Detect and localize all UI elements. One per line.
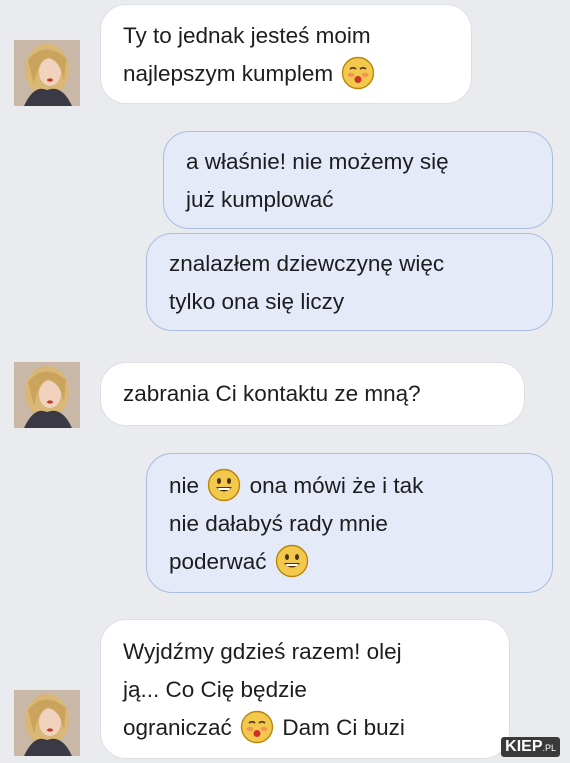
message-text: tylko ona się liczy xyxy=(169,289,345,314)
message-text: poderwać xyxy=(169,549,267,574)
avatar xyxy=(14,362,80,428)
message-text: ona mówi że i tak xyxy=(249,473,424,498)
chat-bubble-outgoing: nie ona mówi że i tak nie dałabyś rady m… xyxy=(146,453,553,593)
message-text: Dam Ci buzi xyxy=(282,715,405,740)
message-text: Wyjdźmy gdzieś razem! olej xyxy=(123,639,402,664)
message-text: ograniczać xyxy=(123,715,232,740)
chat-bubble-incoming: Wyjdźmy gdzieś razem! olej ją... Co Cię … xyxy=(100,619,510,759)
message-text: najlepszym kumplem xyxy=(123,61,334,86)
chat-bubble-incoming: Ty to jednak jesteś moim najlepszym kump… xyxy=(100,4,472,104)
avatar xyxy=(14,690,80,756)
message-text: już kumplować xyxy=(186,187,334,212)
site-watermark: KIEP.PL xyxy=(501,737,560,757)
message-text: Ty to jednak jesteś moim xyxy=(123,23,371,48)
chat-bubble-outgoing: znalazłem dziewczynę więc tylko ona się … xyxy=(146,233,553,331)
blush-face-icon xyxy=(341,56,375,90)
chat-bubble-outgoing: a właśnie! nie możemy się już kumplować xyxy=(163,131,553,229)
message-text: znalazłem dziewczynę więc xyxy=(169,251,445,276)
message-text: nie xyxy=(169,473,200,498)
message-text: a właśnie! nie możemy się xyxy=(186,149,449,174)
smiley-face-icon xyxy=(207,468,241,502)
message-text: zabrania Ci kontaktu ze mną? xyxy=(123,381,421,406)
blush-face-icon xyxy=(240,710,274,744)
message-text: nie dałabyś rady mnie xyxy=(169,511,388,536)
message-text: ją... Co Cię będzie xyxy=(123,677,307,702)
chat-bubble-incoming: zabrania Ci kontaktu ze mną? xyxy=(100,362,525,426)
avatar xyxy=(14,40,80,106)
smiley-face-icon xyxy=(275,544,309,578)
